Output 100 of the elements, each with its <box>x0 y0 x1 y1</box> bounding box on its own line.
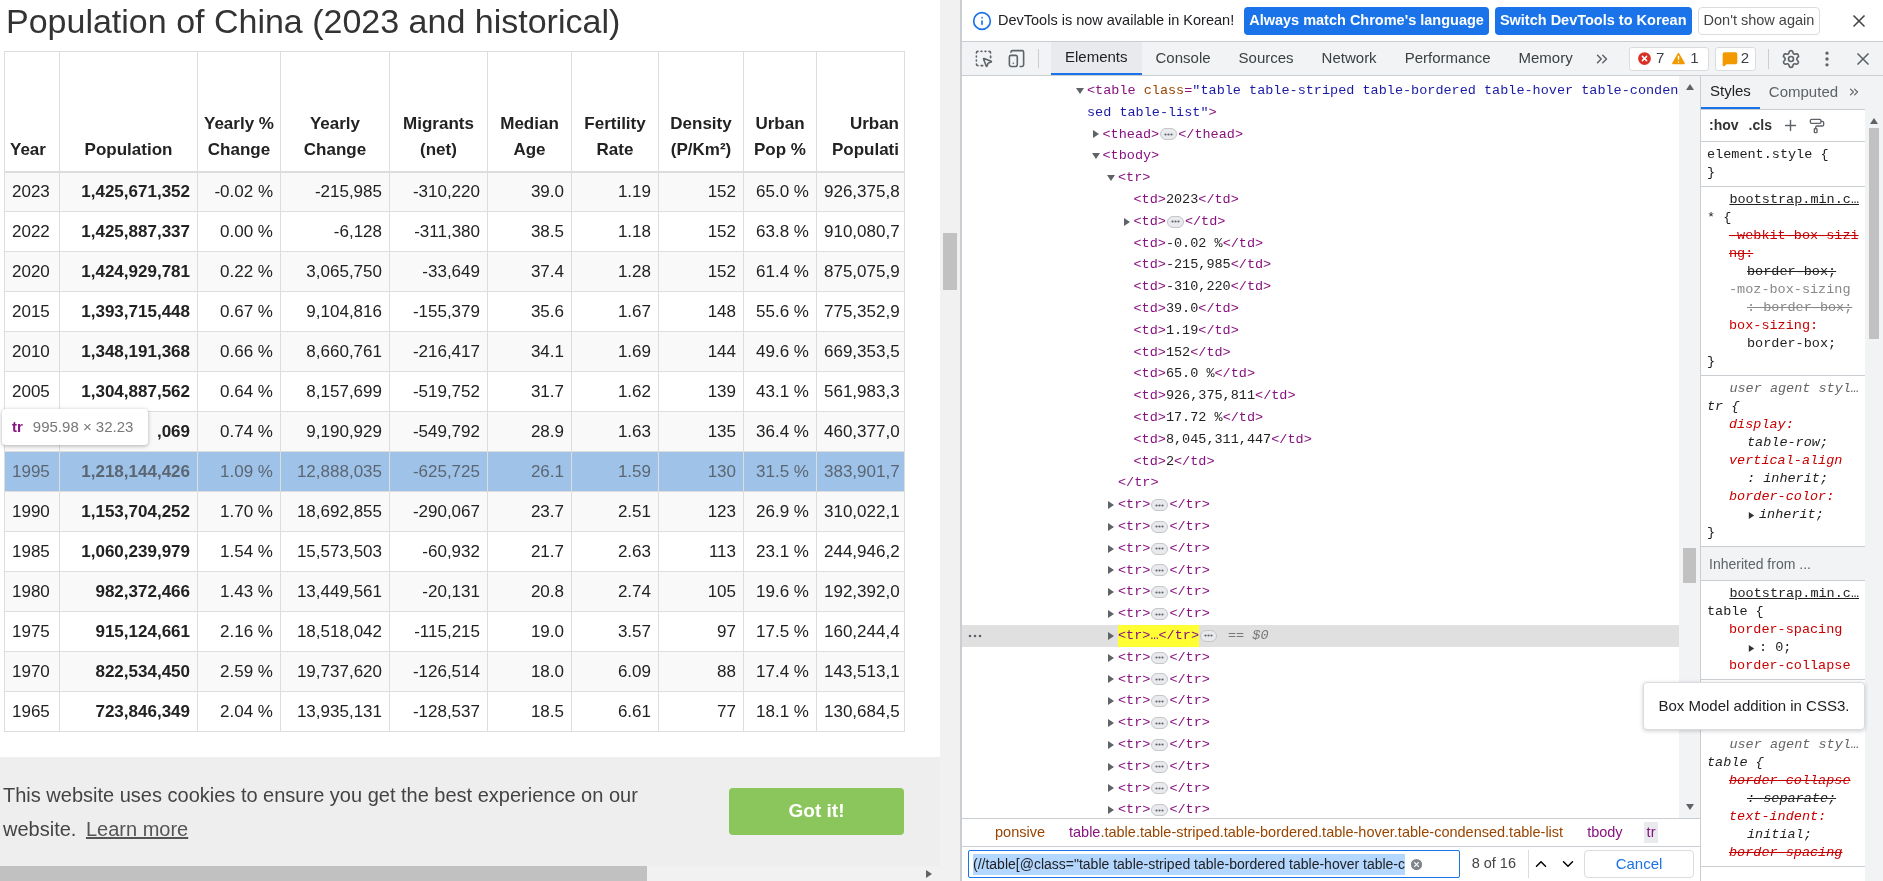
devtools-tab[interactable]: Console <box>1141 42 1225 75</box>
search-field[interactable]: (//table[@class="table table-striped table-bordered table-hover table-c <box>968 850 1460 878</box>
element-close-tag[interactable]: </tr> <box>1169 690 1210 713</box>
expand-arrow-icon[interactable] <box>1106 543 1116 554</box>
element-open-tag[interactable]: <table class="table table-striped table-bordered table-hover table-condensed table-list"> <box>1087 80 1679 124</box>
property-name[interactable]: vertical-align <box>1729 452 1843 470</box>
table-row[interactable]: 1980 982,372,466 1.43 % 13,449,561 -20,131 20.8 2.74 105 19.6 % 192,392,0 <box>4 571 905 612</box>
vertical-scrollbar[interactable] <box>940 0 960 866</box>
clear-search-icon[interactable] <box>1409 856 1425 872</box>
devtools-tab[interactable]: Elements <box>1051 42 1142 75</box>
element-close-tag[interactable]: </tr> <box>1118 472 1159 495</box>
property-name[interactable]: text-indent: <box>1729 808 1827 826</box>
inspect-element-icon[interactable] <box>974 49 993 68</box>
scrollbar-thumb[interactable] <box>0 866 647 881</box>
element-close-tag[interactable]: </tr> <box>1169 603 1210 625</box>
element-open-tag[interactable]: <tr> <box>1118 581 1151 604</box>
property-name[interactable]: display: <box>1729 416 1794 434</box>
tree-node[interactable]: <td>2</td> <box>1133 450 1215 473</box>
element-close-tag[interactable]: </tr> <box>1169 537 1210 560</box>
infobar-button[interactable]: Switch DevTools to Korean <box>1494 6 1692 35</box>
element-close-tag[interactable]: </td> <box>1184 210 1226 233</box>
collapsed-content-button[interactable] <box>1151 608 1169 620</box>
collapsed-content-button[interactable] <box>1151 804 1169 817</box>
element-close-tag[interactable]: </tr> <box>1169 733 1210 756</box>
table-row[interactable]: 1985 1,060,239,979 1.54 % 15,573,503 -60,932 21.7 2.63 113 23.1 % 244,946,2 <box>4 531 905 572</box>
element-open-tag[interactable]: <tr> <box>1118 494 1151 516</box>
scroll-up-icon[interactable] <box>1684 82 1695 92</box>
tree-node[interactable]: <td>926,375,811</td> <box>1133 385 1296 407</box>
collapsed-content-button[interactable] <box>1151 651 1169 664</box>
element-open-tag[interactable]: <tr> <box>1118 603 1151 625</box>
element-open-tag[interactable]: <tr> <box>1118 755 1151 778</box>
element-open-tag[interactable]: <tr>…</tr> <box>1118 624 1199 647</box>
column-header[interactable]: Urban Pop % <box>743 51 817 172</box>
devtools-tab[interactable]: Memory <box>1504 42 1587 75</box>
collapsed-content-button[interactable] <box>1151 564 1169 577</box>
collapse-arrow-icon[interactable] <box>1075 85 1085 96</box>
infobar-button[interactable]: Always match Chrome's language <box>1244 6 1489 35</box>
element-open-tag[interactable]: <tr> <box>1118 799 1151 818</box>
expand-arrow-icon[interactable] <box>1106 718 1116 728</box>
column-header[interactable]: Yearly % Change <box>197 51 281 172</box>
styles-tab[interactable]: Computed <box>1759 76 1848 109</box>
tree-node[interactable]: <td>65.0 %</td> <box>1133 363 1256 386</box>
property-name[interactable]: border-collapse <box>1729 772 1851 790</box>
property-name[interactable]: border-spacing <box>1729 844 1843 862</box>
learn-more-link[interactable]: Learn more <box>85 817 189 840</box>
collapsed-content-button[interactable] <box>1151 673 1169 686</box>
column-header[interactable]: Population <box>59 51 198 172</box>
element-open-tag[interactable]: <tr> <box>1118 646 1151 669</box>
expand-arrow-icon[interactable] <box>1106 521 1116 532</box>
element-open-tag[interactable]: <tr> <box>1118 559 1151 582</box>
tree-node[interactable]: <td>1.19</td> <box>1133 319 1239 342</box>
element-close-tag[interactable]: </tr> <box>1169 646 1210 669</box>
element-close-tag[interactable]: </tr> <box>1169 668 1210 691</box>
selected-tree-row[interactable]: <tr>…</tr> == $0 <box>962 624 1679 647</box>
element-open-tag[interactable]: <tr> <box>1118 167 1151 189</box>
property-name[interactable]: border-color: <box>1729 488 1835 506</box>
element-open-tag[interactable]: <tbody> <box>1102 145 1160 168</box>
breadcrumb-item[interactable]: ponsive <box>992 821 1048 844</box>
element-close-tag[interactable]: </tr> <box>1169 494 1210 516</box>
table-row[interactable]: 1965 723,846,349 2.04 % 13,935,131 -128,537 18.5 6.61 77 18.1 % 130,684,5 <box>4 691 905 732</box>
collapsed-content-button[interactable] <box>1151 542 1169 555</box>
tree-node[interactable]: <td>39.0</td> <box>1133 297 1239 320</box>
tree-node[interactable]: <td>-215,985</td> <box>1133 254 1272 277</box>
scroll-down-icon[interactable] <box>1684 802 1695 812</box>
element-close-tag[interactable]: </tr> <box>1169 712 1210 734</box>
table-row[interactable]: 2020 1,424,929,781 0.22 % 3,065,750 -33,649 37.4 1.28 152 61.4 % 875,075,9 <box>4 251 905 292</box>
column-header[interactable]: Year <box>4 51 60 172</box>
table-row[interactable]: 2005 1,304,887,562 0.64 % 8,157,699 -519,752 31.7 1.62 139 43.1 % 561,983,3 <box>4 371 905 412</box>
styles-scrollbar[interactable] <box>1865 76 1883 881</box>
element-close-tag[interactable]: </tr> <box>1169 581 1210 604</box>
settings-icon[interactable] <box>1781 48 1801 69</box>
expand-arrow-icon[interactable] <box>1106 761 1116 772</box>
expand-arrow-icon[interactable] <box>1106 500 1116 511</box>
devtools-tab[interactable]: Sources <box>1224 42 1308 75</box>
column-header[interactable]: Median Age <box>487 51 572 172</box>
element-open-tag[interactable]: <tr> <box>1118 712 1151 734</box>
table-row[interactable]: 2010 1,348,191,368 0.66 % 8,660,761 -216,417 34.1 1.69 144 49.6 % 669,353,5 <box>4 331 905 372</box>
element-open-tag[interactable]: <tr> <box>1118 777 1151 800</box>
column-header[interactable]: Migrants (net) <box>389 51 488 172</box>
horizontal-scrollbar[interactable] <box>0 866 960 881</box>
breadcrumb-item[interactable]: tr <box>1643 821 1659 844</box>
collapsed-content-button[interactable] <box>1151 760 1169 773</box>
scroll-right-icon[interactable] <box>924 868 934 879</box>
element-open-tag[interactable]: <tr> <box>1118 733 1151 756</box>
device-toolbar-icon[interactable] <box>1007 49 1026 68</box>
table-row[interactable]: 1975 915,124,661 2.16 % 18,518,042 -115,215 19.0 3.57 97 17.5 % 160,244,4 <box>4 611 905 652</box>
rule-source[interactable]: bootstrap.min.c… <box>1729 585 1859 603</box>
expand-arrow-icon[interactable] <box>1121 216 1132 227</box>
column-header[interactable]: Density (P/Km²) <box>658 51 744 172</box>
element-open-tag[interactable]: <td> <box>1133 210 1166 233</box>
element-close-tag[interactable]: </tr> <box>1169 515 1210 538</box>
element-open-tag[interactable]: <tr> <box>1118 668 1151 691</box>
expand-arrow-icon[interactable] <box>1106 783 1116 794</box>
expand-arrow-icon[interactable] <box>1106 565 1116 576</box>
column-header[interactable]: Fertility Rate <box>571 51 659 172</box>
element-open-tag[interactable]: <thead> <box>1102 123 1160 146</box>
expand-arrow-icon[interactable] <box>1106 630 1116 641</box>
element-close-tag[interactable]: </tr> <box>1169 559 1210 582</box>
infobar-button[interactable]: Don't show again <box>1697 6 1821 35</box>
tree-node[interactable]: <td>-0.02 %</td> <box>1133 232 1264 255</box>
